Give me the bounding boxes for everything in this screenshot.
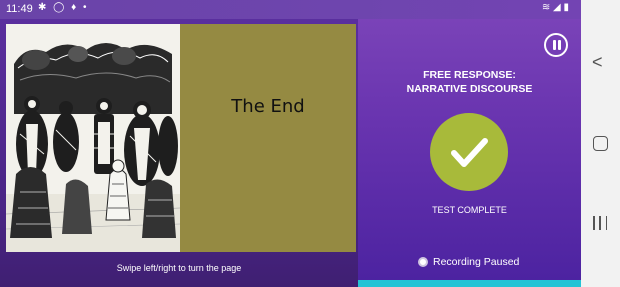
recents-icon[interactable] xyxy=(593,216,607,230)
checkmark-icon xyxy=(430,113,508,191)
pause-icon-bar xyxy=(553,40,556,50)
android-nav-bar: < xyxy=(581,0,620,287)
back-icon[interactable]: < xyxy=(592,52,603,73)
progress-bar xyxy=(358,280,581,287)
recording-status[interactable]: Recording Paused xyxy=(418,256,519,268)
app-screen: 11:49 ✱ ◯ ♦ • ≋ ◢ ▮ The End Swipe left/r… xyxy=(0,0,581,287)
recording-label: Recording Paused xyxy=(433,256,520,268)
system-icons: ≋ ◢ ▮ xyxy=(541,2,569,13)
book-area: The End Swipe left/right to turn the pag… xyxy=(0,19,358,287)
test-title-line2: NARRATIVE DISCOURSE xyxy=(406,83,533,95)
swipe-hint: Swipe left/right to turn the page xyxy=(116,263,242,273)
record-indicator-icon xyxy=(418,257,428,267)
test-title-line1: FREE RESPONSE: xyxy=(423,69,516,81)
pause-icon-bar xyxy=(558,40,561,50)
illustration-image xyxy=(6,24,180,252)
status-time: 11:49 xyxy=(6,3,33,15)
page-text: The End xyxy=(231,96,305,117)
book-spread[interactable]: The End xyxy=(6,24,356,252)
notification-icons: ✱ ◯ ♦ • xyxy=(38,2,89,13)
text-page: The End xyxy=(180,24,356,252)
test-panel: FREE RESPONSE: NARRATIVE DISCOURSE TEST … xyxy=(358,19,581,287)
pause-button[interactable] xyxy=(544,33,568,57)
test-status: TEST COMPLETE xyxy=(432,205,507,215)
home-icon[interactable] xyxy=(593,136,608,151)
status-bar: 11:49 ✱ ◯ ♦ • ≋ ◢ ▮ xyxy=(0,0,581,19)
test-title: FREE RESPONSE: NARRATIVE DISCOURSE xyxy=(358,68,581,96)
